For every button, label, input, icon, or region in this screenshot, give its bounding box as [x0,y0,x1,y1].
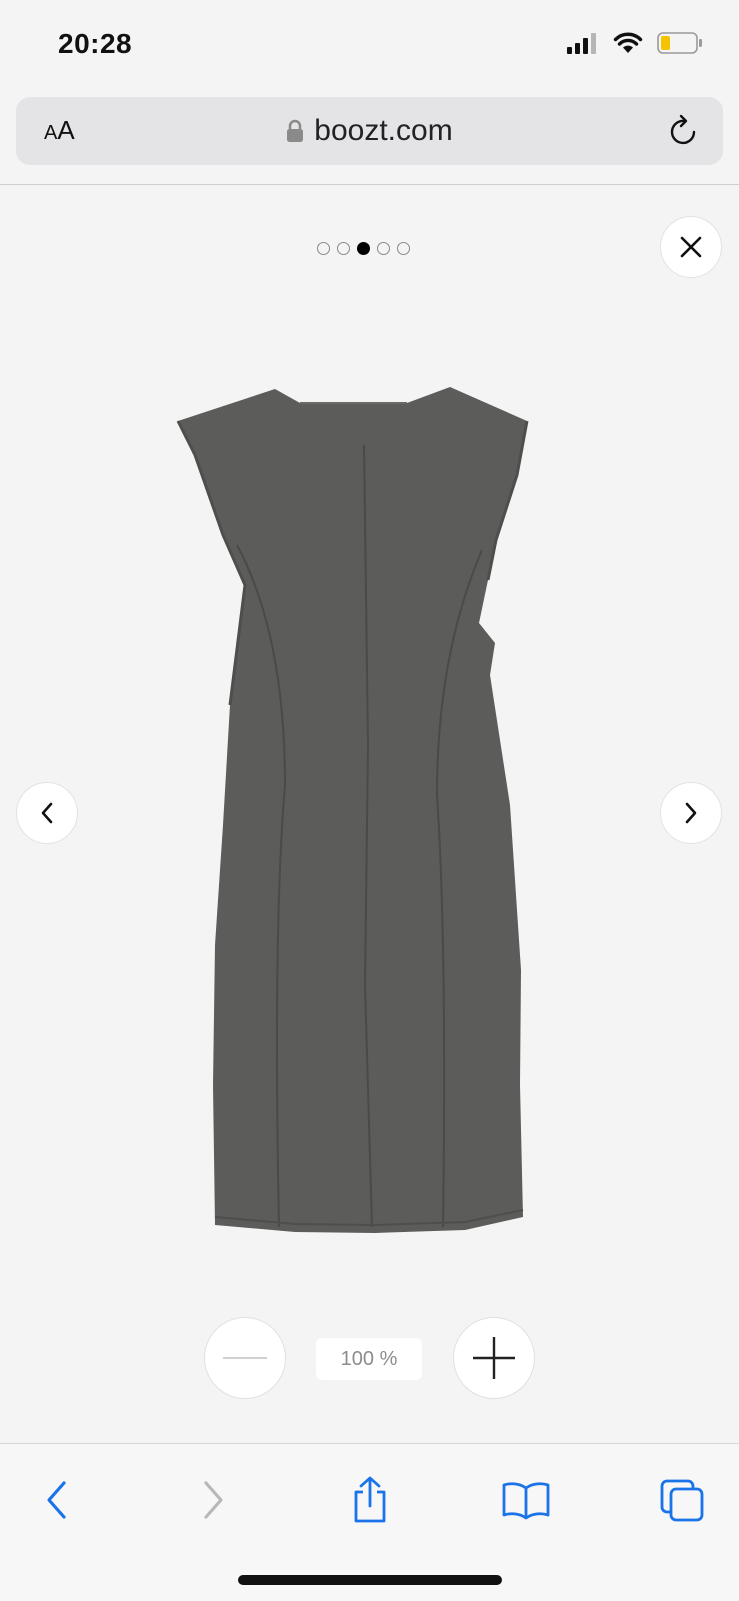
wifi-icon [613,32,643,53]
lock-icon [287,119,304,142]
home-indicator [238,1575,502,1585]
url-domain: boozt.com [314,114,453,147]
pagination-dot[interactable] [357,242,370,255]
bookmarks-button[interactable] [496,1470,556,1530]
forward-arrow-icon [204,1481,223,1519]
status-time: 20:28 [58,28,133,59]
book-icon [502,1482,550,1520]
zoom-out-button[interactable] [204,1317,286,1399]
url-display[interactable]: boozt.com [16,114,723,148]
chevron-left-icon [41,802,53,824]
tabs-button[interactable] [652,1470,712,1530]
reload-button[interactable] [667,113,701,154]
tabs-icon [660,1479,704,1522]
pagination-dot[interactable] [317,242,330,255]
pagination-dot[interactable] [397,242,410,255]
plus-icon [473,1337,515,1379]
back-arrow-icon [47,1481,66,1519]
zoom-level-display: 100 % [316,1338,422,1380]
previous-image-button[interactable] [16,782,78,844]
battery-icon [657,32,702,54]
zoom-in-button[interactable] [453,1317,535,1399]
back-button[interactable] [26,1470,86,1530]
share-icon [354,1476,386,1523]
reload-icon [670,114,696,145]
cellular-signal-icon [567,33,596,54]
share-button[interactable] [340,1470,400,1530]
product-image-dress [176,387,529,1233]
chevron-right-icon [685,802,697,824]
forward-button[interactable] [184,1470,244,1530]
next-image-button[interactable] [660,782,722,844]
address-bar[interactable]: AA boozt.com [16,97,723,165]
status-bar: 20:28 [0,0,739,92]
close-button[interactable] [660,216,722,278]
status-icons [567,32,703,54]
pagination-dots [317,242,410,255]
minus-icon [223,1357,267,1359]
pagination-dot[interactable] [337,242,350,255]
pagination-dot[interactable] [377,242,390,255]
close-icon [680,236,702,258]
